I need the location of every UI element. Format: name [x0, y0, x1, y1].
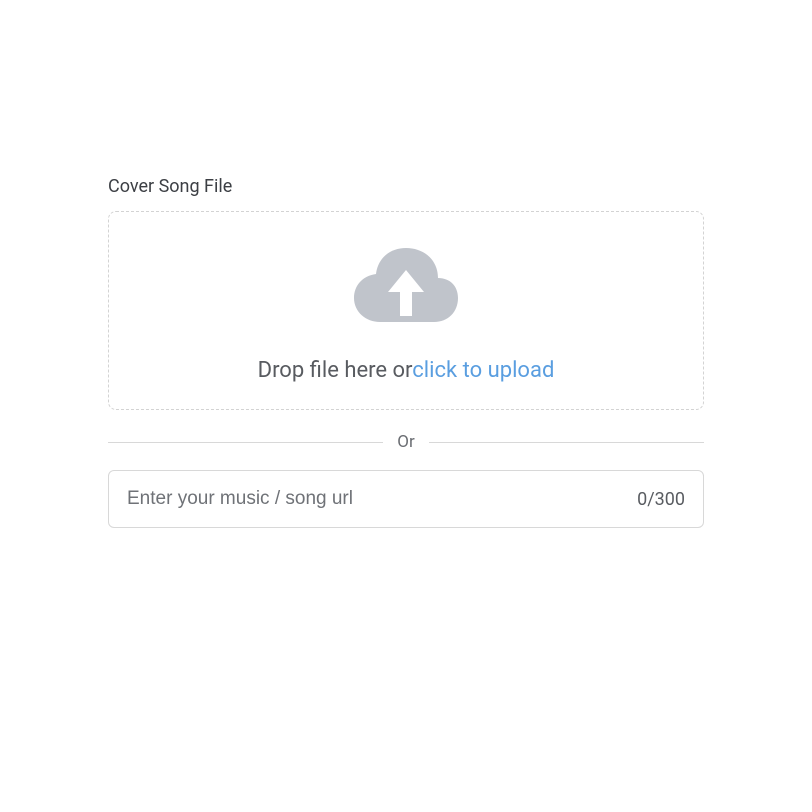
- dropzone-text-prefix: Drop file here or: [258, 358, 413, 383]
- url-input-wrapper[interactable]: 0/300: [108, 470, 704, 528]
- file-dropzone[interactable]: Drop file here orclick to upload: [108, 211, 704, 410]
- char-count: 0/300: [627, 489, 685, 510]
- section-label: Cover Song File: [108, 176, 704, 197]
- upload-cloud-icon: [352, 240, 460, 330]
- divider-line-right: [429, 442, 704, 443]
- divider-label: Or: [383, 432, 428, 452]
- music-url-input[interactable]: [127, 488, 627, 510]
- cover-song-file-section: Cover Song File Drop file here orclick t…: [108, 176, 704, 528]
- divider-line-left: [108, 442, 383, 443]
- click-to-upload-link[interactable]: click to upload: [412, 358, 554, 383]
- divider: Or: [108, 432, 704, 452]
- dropzone-text: Drop file here orclick to upload: [129, 358, 683, 383]
